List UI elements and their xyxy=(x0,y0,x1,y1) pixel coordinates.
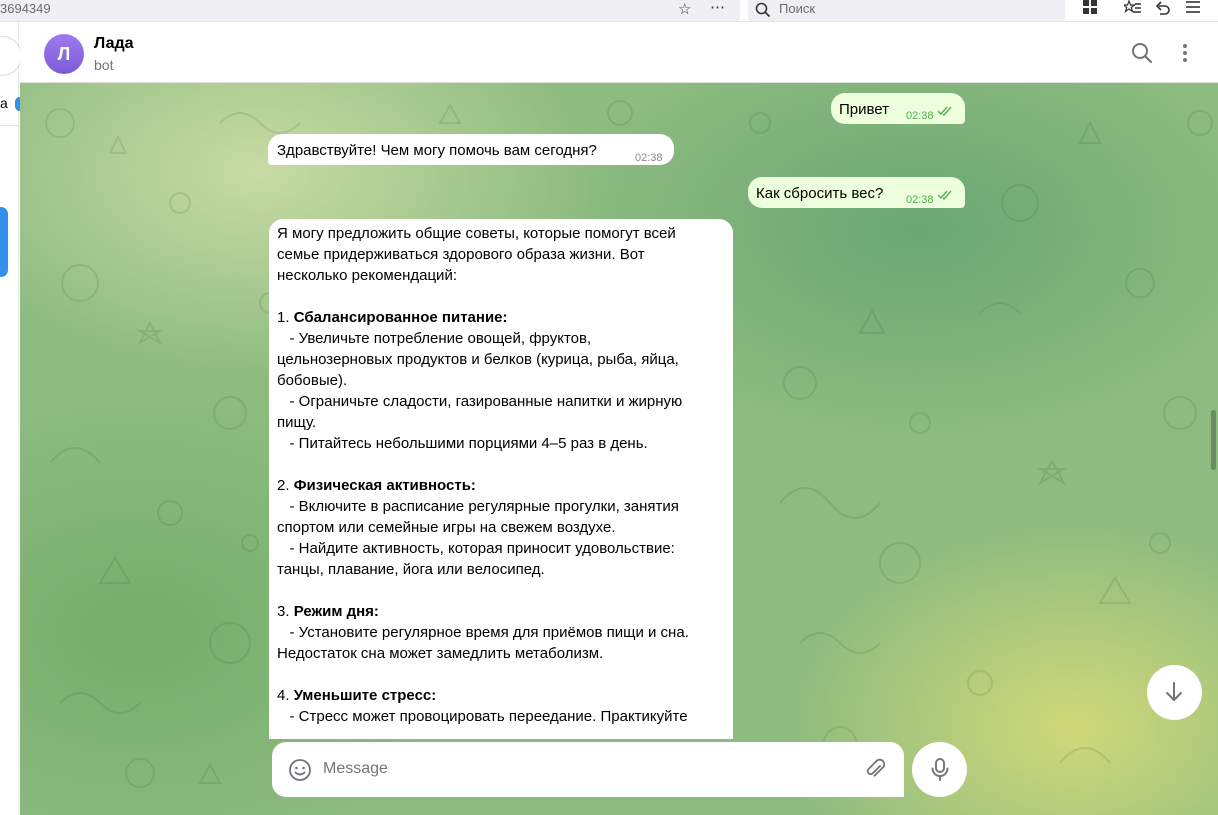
message-line: бобовые). xyxy=(277,372,348,389)
message-line: танцы, плавание, йога или велосипед. xyxy=(277,561,545,578)
scrollbar-thumb[interactable] xyxy=(1211,410,1216,470)
section-heading: 4. Уменьшите стресс: xyxy=(277,685,725,706)
search-icon xyxy=(755,2,771,18)
chat-status: bot xyxy=(94,57,114,73)
chat-list-item-label: а xyxy=(0,95,8,111)
search-icon[interactable] xyxy=(1129,40,1155,66)
message-input[interactable] xyxy=(323,760,843,778)
address-bar-text: 3694349 xyxy=(0,1,51,16)
message-line: - Ограничьте сладости, газированные напи… xyxy=(277,393,683,410)
extensions-grid-icon[interactable] xyxy=(1083,0,1097,14)
section-number: 3. xyxy=(277,603,294,620)
message-line: - Питайтесь небольшими порциями 4–5 раз … xyxy=(277,435,648,452)
section-heading: 1. Сбалансированное питание: xyxy=(277,307,725,328)
section-heading: 2. Физическая активность: xyxy=(277,475,725,496)
double-check-icon xyxy=(937,190,952,200)
chat-list-panel: а xyxy=(0,22,24,815)
chat-header[interactable]: Л Лада bot xyxy=(20,22,1218,83)
message-time: 02:38 xyxy=(906,194,934,206)
microphone-icon xyxy=(931,758,949,781)
message-line: - Включите в расписание регулярные прогу… xyxy=(277,498,679,515)
message-bubble-incoming[interactable]: Здравствуйте! Чем могу помочь вам сегодн… xyxy=(268,134,674,165)
microphone-button[interactable] xyxy=(912,742,967,797)
avatar[interactable]: Л xyxy=(44,34,84,74)
message-bubble-incoming-long[interactable]: Я могу предложить общие советы, которые … xyxy=(269,219,733,739)
favorites-list-icon[interactable] xyxy=(1124,0,1142,16)
message-composer xyxy=(272,742,904,797)
undo-icon[interactable] xyxy=(1155,0,1171,16)
message-line: Я могу предложить общие советы, которые … xyxy=(277,225,676,242)
scroll-down-button[interactable] xyxy=(1147,665,1202,720)
message-time: 02:38 xyxy=(906,110,934,122)
message-line: - Найдите активность, которая приносит у… xyxy=(277,540,675,557)
message-text: Как сбросить вес? xyxy=(756,185,884,202)
smile-icon[interactable] xyxy=(288,758,312,782)
message-bubble-outgoing[interactable]: Привет 02:38 xyxy=(831,93,965,124)
double-check-icon xyxy=(937,106,952,116)
section-number: 2. xyxy=(277,477,294,494)
section-title: Режим дня: xyxy=(293,603,379,620)
section-title: Уменьшите стресс: xyxy=(293,687,437,704)
browser-search-input[interactable]: Поиск xyxy=(748,0,1065,21)
message-line: несколько рекомендаций: xyxy=(277,267,457,284)
arrow-down-icon xyxy=(1166,682,1182,702)
chat-list-item-active[interactable] xyxy=(0,207,8,277)
message-line: - Стресс может провоцировать переедание.… xyxy=(277,708,688,725)
message-text: Привет xyxy=(839,101,890,118)
message-line: - Установите регулярное время для приёмо… xyxy=(277,624,689,641)
message-text: Здравствуйте! Чем могу помочь вам сегодн… xyxy=(277,142,597,159)
section-title: Физическая активность: xyxy=(293,477,476,494)
message-line: спортом или семейные игры на свежем возд… xyxy=(277,519,616,536)
more-horizontal-icon[interactable]: ⋯ xyxy=(710,0,726,16)
hamburger-menu-icon[interactable] xyxy=(1186,0,1200,14)
section-heading: 3. Режим дня: xyxy=(277,601,725,622)
section-number: 1. xyxy=(277,309,294,326)
star-icon[interactable]: ☆ xyxy=(678,0,691,18)
message-line: Недостаток сна может замедлить метаболиз… xyxy=(277,645,604,662)
message-line: пищу. xyxy=(277,414,317,431)
message-line: семье придерживаться здорового образа жи… xyxy=(277,246,645,263)
section-title: Сбалансированное питание: xyxy=(293,309,508,326)
address-bar[interactable]: 3694349 ☆ ⋯ xyxy=(0,0,740,21)
message-time: 02:38 xyxy=(635,152,663,164)
paperclip-icon[interactable] xyxy=(862,756,888,782)
chat-title[interactable]: Лада xyxy=(94,35,134,53)
avatar[interactable] xyxy=(0,36,22,76)
section-number: 4. xyxy=(277,687,294,704)
more-vertical-icon[interactable] xyxy=(1172,40,1198,66)
message-line: цельнозерновых продуктов и белков (куриц… xyxy=(277,351,679,368)
divider xyxy=(0,125,19,126)
message-bubble-outgoing[interactable]: Как сбросить вес? 02:38 xyxy=(748,177,965,208)
browser-toolbar: 3694349 ☆ ⋯ Поиск xyxy=(0,0,1218,22)
message-line: - Увеличьте потребление овощей, фруктов, xyxy=(277,330,592,347)
browser-search-placeholder: Поиск xyxy=(779,1,816,16)
